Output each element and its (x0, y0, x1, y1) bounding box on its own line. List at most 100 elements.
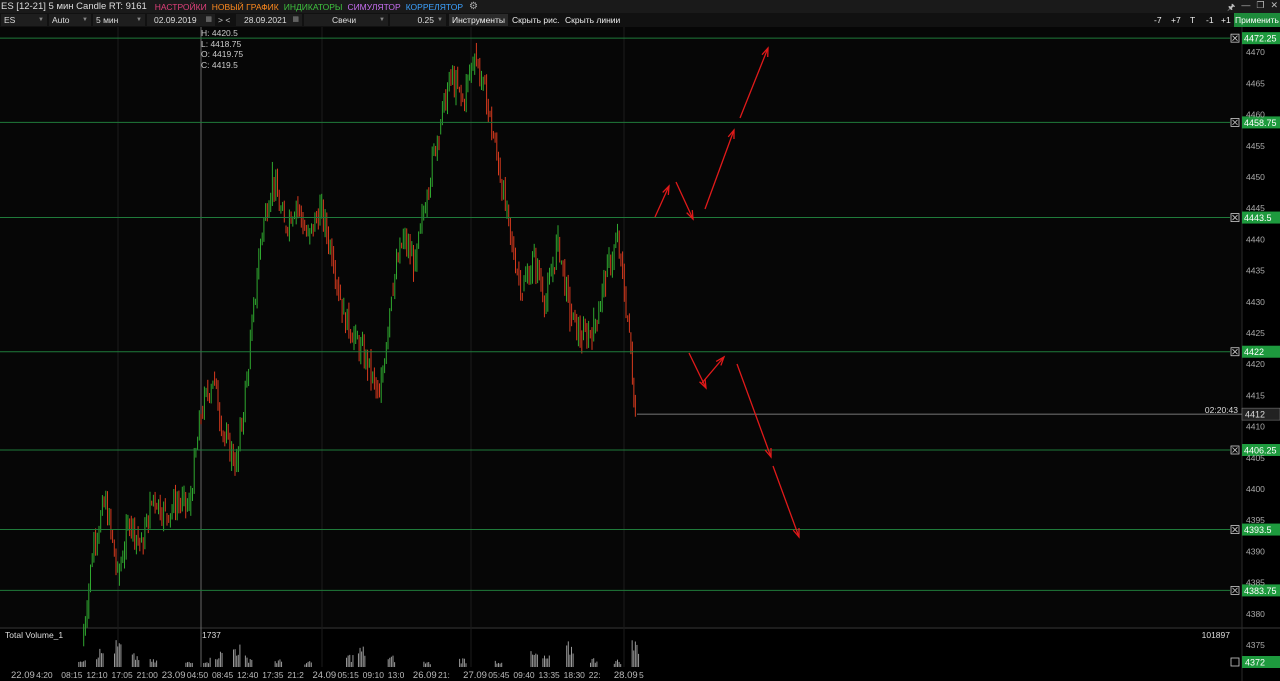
level-price-label: 4393.5 (1244, 525, 1272, 535)
price-tick-label: 4425 (1246, 328, 1265, 338)
time-tick-label: 5 (639, 670, 644, 680)
price-tick-label: 4445 (1246, 203, 1265, 213)
symbol-select[interactable]: ES ▼ (1, 14, 47, 26)
volume-axis-label: 4372 (1245, 658, 1265, 668)
chevron-down-icon: ▼ (38, 17, 44, 23)
plus1-button[interactable]: +1 (1221, 14, 1231, 26)
time-tick-label: 09:40 (513, 670, 535, 680)
timeframe-select[interactable]: 5 мин ▼ (93, 14, 145, 26)
time-tick-label: 04:50 (187, 670, 209, 680)
nav-arrows-button[interactable]: > < (218, 14, 234, 26)
apply-button[interactable]: Применить (1234, 13, 1280, 27)
gear-icon[interactable]: ⚙ (469, 1, 478, 12)
level-price-label: 4472.25 (1244, 34, 1277, 44)
time-tick-label: 05:15 (338, 670, 360, 680)
time-tick-label: 22.09 (11, 670, 35, 681)
title-bar: ES [12-21] 5 мин Candle RT: 9161 НАСТРОЙ… (0, 0, 1280, 13)
crosshair-low: L: 4418.75 (201, 38, 242, 49)
level-price-label: 4443.5 (1244, 213, 1272, 223)
calendar-icon[interactable]: ▦ (205, 14, 212, 26)
volume-max: 101897 (1201, 630, 1230, 640)
date-from-value: 02.09.2019 (154, 15, 197, 25)
price-tick-label: 4450 (1246, 172, 1265, 182)
price-tick-label: 4380 (1246, 609, 1265, 619)
price-chart[interactable]: 4472.254458.754443.544224406.254393.5438… (0, 27, 1280, 681)
price-tick-label: 4415 (1246, 390, 1265, 400)
price-tick-label: 4420 (1246, 359, 1265, 369)
time-tick-label: 12:10 (86, 670, 108, 680)
date-to-value: 28.09.2021 (244, 15, 287, 25)
price-tick-label: 4455 (1246, 141, 1265, 151)
volume-title: Total Volume_1 (5, 630, 64, 640)
time-tick-label: 4:20 (36, 670, 53, 680)
scale-value: Auto (52, 15, 70, 25)
price-tick-label: 4410 (1246, 422, 1265, 432)
price-tick-label: 4465 (1246, 78, 1265, 88)
menu-indicators[interactable]: ИНДИКАТОРЫ (284, 2, 343, 12)
time-tick-label: 17:05 (111, 670, 133, 680)
time-tick-label: 09:10 (363, 670, 385, 680)
symbol-value: ES (4, 15, 16, 25)
crosshair-high: H: 4420.5 (201, 28, 238, 38)
price-tick-label: 4435 (1246, 266, 1265, 276)
time-tick-label: 13:0 (388, 670, 405, 680)
minus1-button[interactable]: -1 (1206, 14, 1214, 26)
chart-type-select[interactable]: Свечи ▼ (304, 14, 388, 26)
price-tick-label: 4470 (1246, 47, 1265, 57)
tick-select[interactable]: 0.25 ▼ (390, 14, 446, 26)
chevron-down-icon: ▼ (379, 17, 385, 23)
price-tick-label: 4395 (1246, 515, 1265, 525)
scale-select[interactable]: Auto ▼ (49, 14, 91, 26)
minus7-button[interactable]: -7 (1154, 14, 1162, 26)
grid (0, 27, 1280, 681)
bar-timer: 02:20:43 (1204, 405, 1238, 415)
hide-lines-button[interactable]: Скрыть линии (565, 14, 620, 26)
window-title: ES [12-21] 5 мин Candle RT: 9161 (1, 1, 147, 12)
date-from-input[interactable]: 02.09.2019 ▦ (147, 14, 215, 26)
calendar-icon[interactable]: ▦ (292, 14, 299, 26)
price-tick-label: 4385 (1246, 578, 1265, 588)
last-price-label: 4412 (1245, 410, 1265, 420)
time-tick-label: 17:35 (262, 670, 284, 680)
t-button[interactable]: T (1190, 14, 1195, 26)
hide-drawings-button[interactable]: Скрыть рис. (512, 14, 559, 26)
chart-area[interactable]: 4472.25 4458.75 4443.5 4422 4406.25 4393.5 438… (0, 27, 1280, 681)
time-tick-label: 23.09 (162, 670, 186, 681)
chevron-down-icon: ▼ (136, 17, 142, 23)
time-tick-label: 13:35 (539, 670, 561, 680)
level-price-label: 4422 (1244, 347, 1264, 357)
plus7-button[interactable]: +7 (1171, 14, 1181, 26)
menu-new-chart[interactable]: НОВЫЙ ГРАФИК (212, 2, 279, 12)
timeframe-value: 5 мин (96, 15, 119, 25)
price-tick-label: 4400 (1246, 484, 1265, 494)
time-tick-label: 24.09 (312, 670, 336, 681)
price-pane (0, 27, 1242, 627)
price-tick-label: 4375 (1246, 640, 1265, 650)
time-tick-label: 08:45 (212, 670, 234, 680)
date-to-input[interactable]: 28.09.2021 ▦ (236, 14, 302, 26)
time-tick-label: 12:40 (237, 670, 259, 680)
time-tick-label: 18:30 (564, 670, 586, 680)
toolbar: ES ▼ Auto ▼ 5 мин ▼ 02.09.2019 ▦ > < 28.09.2… (0, 13, 1280, 27)
time-tick-label: 22: (589, 670, 601, 680)
time-tick-label: 21: (438, 670, 450, 680)
time-tick-label: 28.09 (614, 670, 638, 681)
chart-type-value: Свечи (332, 15, 357, 25)
tools-button[interactable]: Инструменты (449, 14, 509, 26)
price-tick-label: 4440 (1246, 234, 1265, 244)
menu-correlator[interactable]: КОРРЕЛЯТОР (406, 2, 463, 12)
time-tick-label: 05:45 (488, 670, 510, 680)
time-axis: 22.09 4:20 08:15 12:10 17:05 21:00 23.09 04:50 0… (11, 670, 644, 681)
time-tick-label: 21:2 (287, 670, 304, 680)
menu-simulator[interactable]: СИМУЛЯТОР (347, 2, 400, 12)
time-tick-label: 27.09 (463, 670, 487, 681)
time-tick-label: 26.09 (413, 670, 437, 681)
price-tick-label: 4460 (1246, 110, 1265, 120)
volume-value: 1737 (202, 630, 221, 640)
tick-value: 0.25 (417, 15, 434, 25)
volume-bars (78, 640, 640, 667)
menu-settings[interactable]: НАСТРОЙКИ (155, 2, 207, 12)
price-tick-label: 4390 (1246, 546, 1265, 556)
price-tick-label: 4430 (1246, 297, 1265, 307)
chevron-down-icon: ▼ (437, 17, 443, 23)
